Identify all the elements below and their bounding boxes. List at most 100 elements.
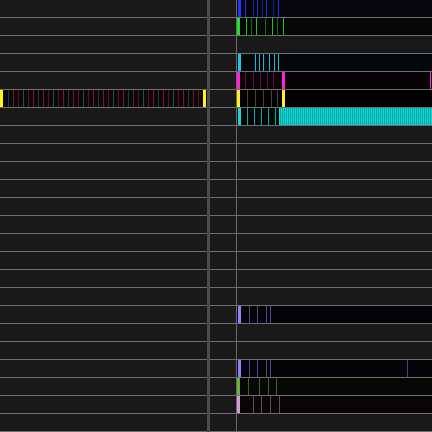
green-start-marker	[237, 18, 240, 35]
track-row[interactable]	[0, 378, 432, 396]
track-row[interactable]	[0, 36, 432, 54]
lavender-event-mark	[266, 306, 267, 323]
track-mid-lane	[210, 252, 237, 269]
blue-start-marker	[238, 0, 241, 17]
right-divider	[236, 0, 237, 432]
yellow-lane-event-mark	[98, 90, 99, 107]
blue-event-mark	[273, 0, 274, 17]
track-right-lane	[237, 414, 432, 431]
track-right-lane	[237, 378, 432, 395]
blue-event-mark	[253, 0, 254, 17]
yellow-lane-event-mark	[128, 90, 129, 107]
teal-event-mark	[247, 108, 248, 125]
track-mid-lane	[210, 216, 237, 233]
track-row[interactable]	[0, 180, 432, 198]
track-row[interactable]	[0, 306, 432, 324]
yellow-lane-event-mark	[13, 90, 14, 107]
lavender-event-mark	[270, 306, 271, 323]
yellow-lane-event-mark	[173, 90, 174, 107]
olive-start-marker	[237, 378, 240, 395]
olive-event-mark	[259, 378, 260, 395]
track-mid-lane	[210, 270, 237, 287]
yellow-lane-event-mark	[33, 90, 34, 107]
olive-event-mark	[276, 378, 277, 395]
green-event-mark	[277, 18, 278, 35]
track-left-lane	[0, 234, 207, 251]
blue-event-mark	[245, 0, 246, 17]
yellow-right-start	[237, 90, 240, 107]
track-row[interactable]	[0, 342, 432, 360]
yellow-lane-event-mark	[43, 90, 44, 107]
track-row[interactable]	[0, 414, 432, 432]
yellow-lane-event-mark	[148, 90, 149, 107]
lavender-event-mark	[257, 360, 258, 377]
track-mid-lane	[210, 414, 237, 431]
track-row[interactable]	[0, 90, 432, 108]
lavender-event-mark	[249, 360, 250, 377]
yellow-lane-event-mark	[73, 90, 74, 107]
track-row[interactable]	[0, 270, 432, 288]
cyan-event-mark	[274, 54, 275, 71]
yellow-lane-event-mark	[88, 90, 89, 107]
track-row[interactable]	[0, 288, 432, 306]
yellow-right-event-mark	[247, 90, 248, 107]
track-row[interactable]	[0, 0, 432, 18]
track-row[interactable]	[0, 18, 432, 36]
pink-event-mark	[261, 396, 262, 413]
track-mid-lane	[210, 18, 237, 35]
track-left-lane	[0, 18, 207, 35]
track-row[interactable]	[0, 234, 432, 252]
cyan-event-mark	[259, 54, 260, 71]
yellow-lane-event-mark	[138, 90, 139, 107]
track-row[interactable]	[0, 144, 432, 162]
yellow-lane-event-mark	[18, 90, 19, 107]
track-mid-lane	[210, 144, 237, 161]
yellow-lane-event-mark	[153, 90, 154, 107]
green-event-mark	[265, 18, 266, 35]
track-row[interactable]	[0, 360, 432, 378]
track-left-lane	[0, 396, 207, 413]
track-mid-lane	[210, 342, 237, 359]
track-row[interactable]	[0, 324, 432, 342]
yellow-lane-event-mark	[58, 90, 59, 107]
track-row[interactable]	[0, 396, 432, 414]
yellow-lane-event-mark	[178, 90, 179, 107]
track-row[interactable]	[0, 72, 432, 90]
lavender-event-mark	[249, 306, 250, 323]
track-mid-lane	[210, 36, 237, 53]
track-left-lane	[0, 108, 207, 125]
pink-start-marker	[237, 396, 240, 413]
yellow-lane-event-mark	[93, 90, 94, 107]
yellow-lane-event-mark	[193, 90, 194, 107]
track-right-lane	[237, 54, 432, 71]
track-left-lane	[0, 270, 207, 287]
green-event-mark	[272, 18, 273, 35]
lavender-event-mark	[257, 306, 258, 323]
track-row[interactable]	[0, 126, 432, 144]
yellow-lane-event-mark	[63, 90, 64, 107]
track-right-lane	[237, 162, 432, 179]
playhead-divider[interactable]	[207, 0, 210, 432]
yellow-lane-event-mark	[133, 90, 134, 107]
teal-event-mark	[261, 108, 262, 125]
track-row[interactable]	[0, 54, 432, 72]
green-event-mark	[256, 18, 257, 35]
track-row[interactable]	[0, 216, 432, 234]
track-row[interactable]	[0, 108, 432, 126]
track-left-lane	[0, 72, 207, 89]
yellow-lane-event-mark	[198, 90, 199, 107]
track-left-lane	[0, 0, 207, 17]
track-row[interactable]	[0, 198, 432, 216]
yellow-lane-event-mark	[113, 90, 114, 107]
olive-event-mark	[248, 378, 249, 395]
track-row[interactable]	[0, 162, 432, 180]
track-right-lane	[237, 360, 432, 377]
track-left-lane	[0, 342, 207, 359]
track-left-lane	[0, 144, 207, 161]
timeline-canvas	[0, 0, 432, 432]
yellow-lane-event-mark	[183, 90, 184, 107]
track-right-lane	[237, 324, 432, 341]
track-row[interactable]	[0, 252, 432, 270]
track-right-lane	[237, 198, 432, 215]
yellow-right-marker	[203, 90, 206, 107]
